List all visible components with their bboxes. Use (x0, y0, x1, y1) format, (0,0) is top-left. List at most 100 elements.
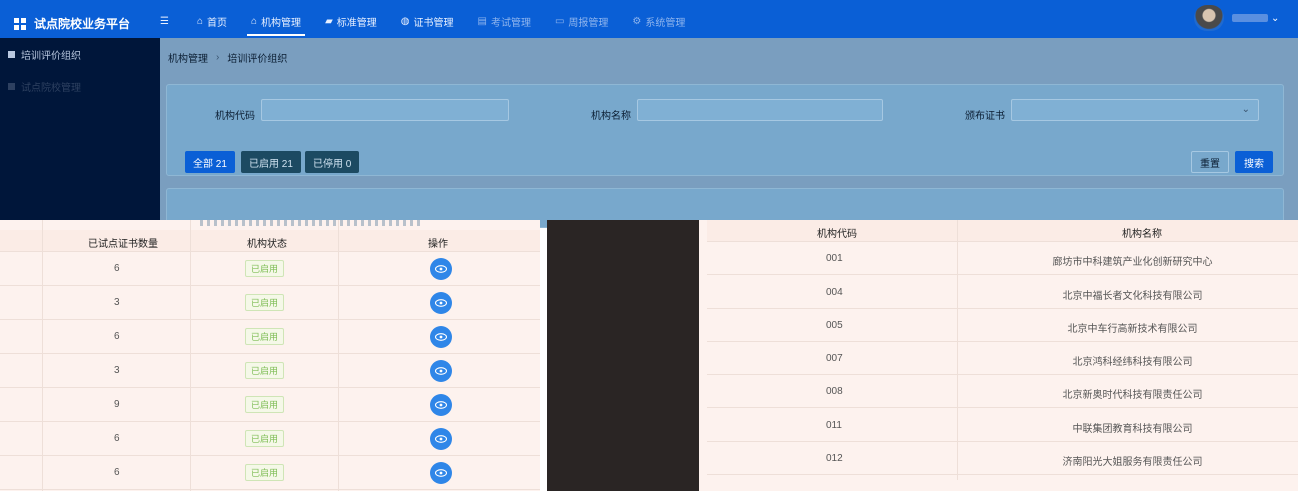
pilot-count-cell: 3 (114, 297, 120, 308)
breadcrumb-separator-icon: › (216, 52, 220, 63)
eye-icon (435, 299, 447, 307)
view-button[interactable] (430, 258, 452, 280)
tab-disabled[interactable]: 已停用 0 (305, 151, 360, 173)
nav-item-home[interactable]: ☰ (160, 5, 173, 38)
sidebar-item-training-orgs[interactable]: 培训评价组织 (0, 38, 160, 70)
nav-label: 标准管理 (336, 18, 377, 29)
chevron-down-icon[interactable]: ⌄ (1271, 13, 1279, 24)
tab-enabled[interactable]: 已启用 21 (241, 151, 301, 173)
eye-icon (435, 333, 447, 341)
app-brand[interactable]: 试点院校业务平台 (14, 15, 130, 32)
breadcrumb-current: 培训评价组织 (227, 54, 288, 65)
table-row: 005 北京中车行高新技术有限公司 (707, 309, 1298, 342)
nav-item-home-page[interactable]: ⌂ 首页 (197, 5, 227, 38)
view-button[interactable] (430, 292, 452, 314)
tab-all[interactable]: 全部 21 (185, 151, 235, 173)
column-header-org-code: 机构代码 (817, 229, 857, 240)
user-menu[interactable]: ⌄ (1194, 5, 1279, 31)
view-button[interactable] (430, 360, 452, 382)
status-badge: 已启用 (245, 464, 285, 481)
eye-icon (435, 265, 447, 273)
status-badge: 已启用 (245, 430, 285, 447)
nav-item-org-management[interactable]: ⌂ 机构管理 (247, 5, 306, 38)
table-row: 3 已启用 (0, 354, 540, 388)
view-button[interactable] (430, 326, 452, 348)
column-header-org-name: 机构名称 (1122, 229, 1162, 240)
nav-label: 系统管理 (645, 18, 686, 29)
eye-icon (435, 435, 447, 443)
book-icon: ▰ (325, 16, 333, 27)
pilot-count-cell: 3 (114, 365, 120, 376)
table-row: 9 已启用 (0, 388, 540, 422)
dark-overlay-panel (547, 220, 699, 491)
table-row: 004 北京中福长者文化科技有限公司 (707, 276, 1298, 309)
view-button[interactable] (430, 428, 452, 450)
breadcrumb-parent[interactable]: 机构管理 (168, 50, 208, 65)
table-header: 机构代码 机构名称 (707, 220, 1298, 242)
sidebar-item-label: 培训评价组织 (21, 50, 81, 62)
status-badge: 已启用 (245, 328, 285, 345)
pilot-count-cell: 6 (114, 331, 120, 342)
rendering-artifact (200, 220, 420, 226)
sidebar-item-pilot-schools[interactable]: 试点院校管理 (0, 70, 160, 102)
view-button[interactable] (430, 394, 452, 416)
breadcrumb: 机构管理 › 培训评价组织 (168, 50, 287, 65)
main-content: 机构管理 › 培训评价组织 机构代码 机构名称 颁布证书 ⌄ 全部 21 已启用… (160, 38, 1298, 228)
main-nav: ☰ ⌂ 首页 ⌂ 机构管理 ▰ 标准管理 ◍ 证书管理 ▤ 考试管理 ▭ 周报管… (160, 5, 709, 38)
column-header-pilot-count: 已试点证书数量 (88, 239, 158, 250)
nav-label: 首页 (207, 18, 228, 29)
org-name-cell: 北京中福长者文化科技有限公司 (1062, 291, 1203, 302)
nav-item-system-management[interactable]: ⚙ 系统管理 (632, 5, 685, 38)
org-icon (8, 82, 15, 90)
org-status-table: 已试点证书数量 机构状态 操作 6 已启用 3 已启用 6 已启用 3 已启用 9 已启用 6 已启用… (0, 220, 540, 491)
view-button[interactable] (430, 462, 452, 484)
eye-icon (435, 367, 447, 375)
column-header-actions: 操作 (428, 239, 448, 250)
nav-label: 证书管理 (413, 18, 454, 29)
chevron-down-icon: ⌄ (1241, 104, 1250, 115)
gear-icon: ⚙ (632, 16, 642, 27)
org-info-table: 机构代码 机构名称 001 廊坊市中科建筑产业化创新研究中心 004 北京中福长者文化… (699, 220, 1298, 491)
table-row: 001 廊坊市中科建筑产业化创新研究中心 (707, 242, 1298, 275)
exam-icon: ▤ (477, 16, 487, 27)
certificate-select[interactable]: ⌄ (1011, 99, 1259, 121)
pilot-count-cell: 6 (114, 263, 120, 274)
app-grid-icon (14, 17, 26, 30)
nav-label: 机构管理 (261, 18, 302, 29)
table-row: 012 济南阳光大姐服务有限责任公司 (707, 442, 1298, 475)
nav-item-weekly-report[interactable]: ▭ 周报管理 (555, 5, 608, 38)
search-button[interactable]: 搜索 (1235, 151, 1273, 173)
certificate-icon: ◍ (400, 16, 410, 27)
org-name-cell: 北京鸿科经纬科技有限公司 (1072, 357, 1193, 368)
table-row: 008 北京新奥时代科技有限责任公司 (707, 375, 1298, 408)
org-code-label: 机构代码 (215, 111, 255, 122)
nav-item-standard-management[interactable]: ▰ 标准管理 (325, 5, 377, 38)
eye-icon (435, 401, 447, 409)
reset-button[interactable]: 重置 (1191, 151, 1229, 173)
nav-label: 考试管理 (490, 18, 531, 29)
pilot-count-cell: 6 (114, 433, 120, 444)
org-name-label: 机构名称 (591, 111, 631, 122)
table-row: 007 北京鸿科经纬科技有限公司 (707, 342, 1298, 375)
nav-item-exam-management[interactable]: ▤ 考试管理 (478, 5, 531, 38)
report-icon: ▭ (554, 16, 565, 27)
column-header-org-status: 机构状态 (247, 239, 287, 250)
sidebar-item-label: 试点院校管理 (21, 82, 81, 94)
pilot-count-cell: 6 (114, 467, 120, 478)
avatar[interactable] (1194, 5, 1224, 31)
org-name-cell: 中联集团教育科技有限公司 (1072, 424, 1193, 435)
org-icon: ⌂ (251, 16, 258, 27)
nav-item-certificate-management[interactable]: ◍ 证书管理 (401, 5, 454, 38)
status-badge: 已启用 (245, 362, 285, 379)
filter-panel: 机构代码 机构名称 颁布证书 ⌄ 全部 21 已启用 21 已停用 0 重置 搜… (166, 84, 1284, 176)
table-row: 6 已启用 (0, 320, 540, 354)
eye-icon (435, 469, 447, 477)
table-row: 011 中联集团教育科技有限公司 (707, 409, 1298, 442)
org-name-input[interactable] (637, 99, 883, 121)
org-code-input[interactable] (261, 99, 509, 121)
home-icon: ⌂ (196, 16, 204, 27)
status-badge: 已启用 (245, 396, 285, 413)
org-name-cell: 廊坊市中科建筑产业化创新研究中心 (1052, 257, 1213, 268)
list-icon (8, 50, 15, 58)
pilot-count-cell: 9 (114, 399, 120, 410)
